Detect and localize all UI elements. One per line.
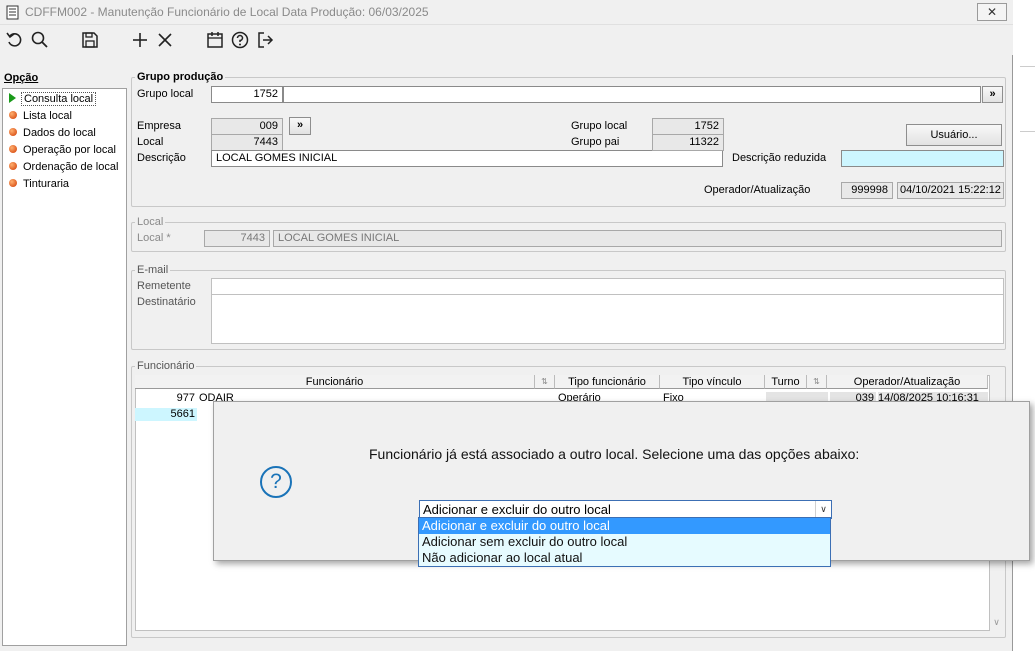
- destinatario-label: Destinatário: [137, 296, 196, 308]
- option-nao-adicionar[interactable]: Não adicionar ao local atual: [419, 550, 830, 566]
- background-divider: [1020, 131, 1035, 132]
- bullet-icon: [9, 145, 17, 154]
- sidebar-item-label: Consulta local: [20, 92, 97, 106]
- sidebar-item-lista-local[interactable]: Lista local: [9, 108, 72, 124]
- scroll-down-icon[interactable]: ∨: [990, 617, 1003, 630]
- column-sort-icon[interactable]: ⇅: [807, 375, 827, 389]
- save-icon[interactable]: [80, 30, 100, 50]
- sidebar-item-label: Tinturaria: [23, 178, 70, 190]
- sidebar-item-consulta-local[interactable]: Consulta local: [9, 91, 97, 107]
- row-0-code[interactable]: 977: [135, 392, 197, 405]
- column-sort-icon[interactable]: ⇅: [535, 375, 555, 389]
- descricao-reduzida-input[interactable]: [841, 150, 1004, 167]
- action-dropdown-list: Adicionar e excluir do outro local Adici…: [418, 517, 831, 567]
- sidebar-item-tinturaria[interactable]: Tinturaria: [9, 176, 69, 192]
- sidebar-item-label: Dados do local: [23, 127, 96, 139]
- atualizacao-field: 04/10/2021 15:22:12: [897, 182, 1004, 199]
- grupo-local-search-button[interactable]: »: [982, 86, 1003, 103]
- column-header-turno[interactable]: Turno: [765, 375, 807, 389]
- bullet-icon: [9, 179, 17, 188]
- column-header-operador[interactable]: Operador/Atualização: [827, 375, 988, 389]
- toolbar: [0, 25, 1013, 55]
- sidebar-item-dados-local[interactable]: Dados do local: [9, 125, 96, 141]
- column-header-funcionario[interactable]: Funcionário: [135, 375, 535, 389]
- grupo-local-description[interactable]: [283, 86, 981, 103]
- remetente-label: Remetente: [137, 280, 191, 292]
- grupo-local2-field: 1752: [652, 118, 724, 135]
- remetente-input[interactable]: [211, 278, 1004, 295]
- grupo-local-label: Grupo local: [137, 88, 194, 100]
- funcionario-group-title: Funcionário: [135, 360, 197, 372]
- play-arrow-icon: [9, 93, 16, 104]
- empresa-nav-button[interactable]: »: [289, 117, 311, 135]
- document-icon: [6, 5, 19, 20]
- grupo-pai-field: 11322: [652, 134, 724, 151]
- dialog-message: Funcionário já está associado a outro lo…: [369, 446, 860, 462]
- empresa-field: 009: [211, 118, 283, 135]
- descricao-input[interactable]: LOCAL GOMES INICIAL: [211, 150, 723, 167]
- search-icon[interactable]: [30, 30, 50, 50]
- sidebar-title: Opção: [4, 72, 39, 84]
- question-icon: ?: [260, 466, 292, 498]
- sidebar-item-operacao-local[interactable]: Operação por local: [9, 142, 116, 158]
- column-header-tipo-funcionario[interactable]: Tipo funcionário: [555, 375, 660, 389]
- descricao-reduzida-label: Descrição reduzida: [732, 152, 827, 164]
- local-code-field: 7443: [204, 230, 270, 247]
- local-desc-field: LOCAL GOMES INICIAL: [273, 230, 1002, 247]
- sidebar-item-label: Operação por local: [23, 144, 116, 156]
- add-icon[interactable]: [130, 30, 150, 50]
- local-field: 7443: [211, 134, 283, 151]
- empresa-label: Empresa: [137, 120, 182, 132]
- option-adicionar-sem-excluir[interactable]: Adicionar sem excluir do outro local: [419, 534, 830, 550]
- column-header-tipo-vinculo[interactable]: Tipo vínculo: [660, 375, 765, 389]
- option-adicionar-excluir[interactable]: Adicionar e excluir do outro local: [419, 518, 830, 534]
- row-1-code[interactable]: 5661: [135, 408, 197, 421]
- grupo-local-input[interactable]: 1752: [211, 86, 283, 103]
- close-button[interactable]: ✕: [977, 3, 1007, 21]
- destinatario-input[interactable]: [211, 294, 1004, 344]
- usuario-button[interactable]: Usuário...: [906, 124, 1002, 146]
- operador-field: 999998: [841, 182, 893, 199]
- undo-icon[interactable]: [5, 30, 25, 50]
- chevron-down-icon[interactable]: ∨: [815, 501, 831, 518]
- bullet-icon: [9, 128, 17, 137]
- operador-label: Operador/Atualização: [704, 184, 811, 196]
- sidebar-item-label: Lista local: [23, 110, 72, 122]
- delete-icon[interactable]: [155, 30, 175, 50]
- window-title: CDFFM002 - Manutenção Funcionário de Loc…: [25, 5, 429, 19]
- sidebar-item-label: Ordenação de local: [23, 161, 119, 173]
- descricao-label: Descrição: [137, 152, 186, 164]
- sidebar: Consulta local Lista local Dados do loca…: [2, 88, 127, 646]
- sidebar-item-ordenacao-local[interactable]: Ordenação de local: [9, 159, 118, 175]
- email-group-title: E-mail: [135, 264, 171, 276]
- bullet-icon: [9, 111, 17, 120]
- local-required-label: Local *: [137, 232, 171, 244]
- action-select-value: Adicionar e excluir do outro local: [423, 502, 611, 517]
- grupo-local2-label: Grupo local: [571, 120, 628, 132]
- exit-icon[interactable]: [255, 30, 275, 50]
- background-divider: [1020, 66, 1035, 67]
- title-bar: CDFFM002 - Manutenção Funcionário de Loc…: [0, 0, 1013, 25]
- calendar-icon[interactable]: [205, 30, 225, 50]
- grupo-producao-title: Grupo produção: [135, 71, 226, 83]
- local-group-title: Local: [135, 216, 166, 228]
- local-label: Local: [137, 136, 164, 148]
- grupo-pai-label: Grupo pai: [571, 136, 620, 148]
- help-icon[interactable]: [230, 30, 250, 50]
- bullet-icon: [9, 162, 17, 171]
